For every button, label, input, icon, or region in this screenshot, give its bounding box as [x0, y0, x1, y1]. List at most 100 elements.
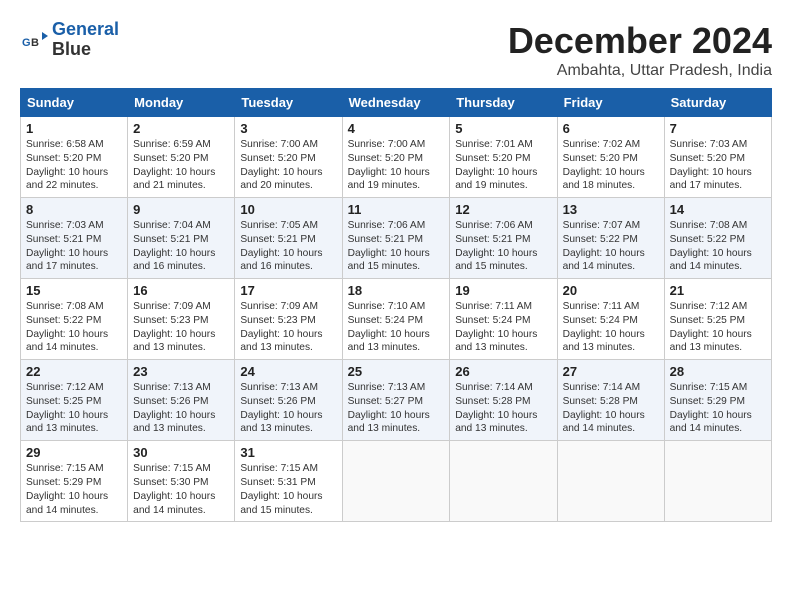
day-number: 14 [670, 202, 766, 217]
calendar-cell: 17 Sunrise: 7:09 AMSunset: 5:23 PMDayligh… [235, 279, 342, 360]
day-number: 17 [240, 283, 336, 298]
day-number: 19 [455, 283, 551, 298]
day-number: 10 [240, 202, 336, 217]
day-info: Sunrise: 7:07 AMSunset: 5:22 PMDaylight:… [563, 219, 659, 274]
day-number: 15 [26, 283, 122, 298]
day-info: Sunrise: 7:08 AMSunset: 5:22 PMDaylight:… [670, 219, 766, 274]
day-number: 12 [455, 202, 551, 217]
calendar-cell: 10 Sunrise: 7:05 AMSunset: 5:21 PMDayligh… [235, 198, 342, 279]
calendar-cell: 29 Sunrise: 7:15 AMSunset: 5:29 PMDayligh… [21, 441, 128, 522]
day-info: Sunrise: 7:14 AMSunset: 5:28 PMDaylight:… [563, 381, 659, 436]
day-number: 11 [348, 202, 445, 217]
calendar-cell: 25Sunrise: 7:13 AMSunset: 5:27 PMDayligh… [342, 360, 450, 441]
day-info: Sunrise: 7:14 AMSunset: 5:28 PMDaylight:… [455, 381, 551, 436]
logo-line2: Blue [52, 40, 119, 60]
calendar-cell: 5Sunrise: 7:01 AMSunset: 5:20 PMDaylight… [450, 117, 557, 198]
day-info: Sunrise: 6:59 AMSunset: 5:20 PMDaylight:… [133, 138, 229, 193]
day-info: Sunrise: 7:09 AMSunset: 5:23 PMDaylight:… [240, 300, 336, 355]
day-info: Sunrise: 7:13 AMSunset: 5:26 PMDaylight:… [240, 381, 336, 436]
day-number: 18 [348, 283, 445, 298]
calendar-cell: 27 Sunrise: 7:14 AMSunset: 5:28 PMDayligh… [557, 360, 664, 441]
title-area: December 2024 Ambahta, Uttar Pradesh, In… [508, 20, 772, 80]
day-info: Sunrise: 7:05 AMSunset: 5:21 PMDaylight:… [240, 219, 336, 274]
day-info: Sunrise: 7:12 AMSunset: 5:25 PMDaylight:… [670, 300, 766, 355]
calendar-cell: 2Sunrise: 6:59 AMSunset: 5:20 PMDaylight… [128, 117, 235, 198]
calendar-cell: 14 Sunrise: 7:08 AMSunset: 5:22 PMDayligh… [664, 198, 771, 279]
location-title: Ambahta, Uttar Pradesh, India [508, 62, 772, 80]
calendar-week-2: 8Sunrise: 7:03 AMSunset: 5:21 PMDaylight… [21, 198, 772, 279]
calendar-cell: 26 Sunrise: 7:14 AMSunset: 5:28 PMDayligh… [450, 360, 557, 441]
calendar-cell: 24Sunrise: 7:13 AMSunset: 5:26 PMDayligh… [235, 360, 342, 441]
day-info: Sunrise: 7:06 AMSunset: 5:21 PMDaylight:… [455, 219, 551, 274]
page-header: G B General Blue December 2024 Ambahta, … [20, 20, 772, 80]
calendar-cell: 11 Sunrise: 7:06 AMSunset: 5:21 PMDayligh… [342, 198, 450, 279]
day-info: Sunrise: 7:06 AMSunset: 5:21 PMDaylight:… [348, 219, 445, 274]
day-number: 7 [670, 121, 766, 136]
day-info: Sunrise: 7:12 AMSunset: 5:25 PMDaylight:… [26, 381, 122, 436]
logo-general: General [52, 19, 119, 39]
calendar-cell: 3 Sunrise: 7:00 AMSunset: 5:20 PMDaylight… [235, 117, 342, 198]
logo-icon: G B [20, 26, 48, 54]
calendar-cell: 8Sunrise: 7:03 AMSunset: 5:21 PMDaylight… [21, 198, 128, 279]
weekday-header-thursday: Thursday [450, 89, 557, 117]
day-number: 9 [133, 202, 229, 217]
weekday-header-monday: Monday [128, 89, 235, 117]
day-number: 8 [26, 202, 122, 217]
calendar-cell: 30 Sunrise: 7:15 AMSunset: 5:30 PMDayligh… [128, 441, 235, 522]
weekday-header-saturday: Saturday [664, 89, 771, 117]
calendar-cell: 4 Sunrise: 7:00 AMSunset: 5:20 PMDaylight… [342, 117, 450, 198]
calendar-cell: 15 Sunrise: 7:08 AMSunset: 5:22 PMDayligh… [21, 279, 128, 360]
calendar-cell: 31 Sunrise: 7:15 AMSunset: 5:31 PMDayligh… [235, 441, 342, 522]
day-number: 21 [670, 283, 766, 298]
weekday-header-wednesday: Wednesday [342, 89, 450, 117]
day-info: Sunrise: 7:04 AMSunset: 5:21 PMDaylight:… [133, 219, 229, 274]
calendar-cell [557, 441, 664, 522]
calendar-table: SundayMondayTuesdayWednesdayThursdayFrid… [20, 88, 772, 522]
svg-text:B: B [31, 37, 39, 49]
day-number: 16 [133, 283, 229, 298]
calendar-cell [342, 441, 450, 522]
svg-text:G: G [22, 37, 31, 49]
day-info: Sunrise: 7:13 AMSunset: 5:26 PMDaylight:… [133, 381, 229, 436]
day-number: 30 [133, 445, 229, 460]
day-number: 5 [455, 121, 551, 136]
day-number: 29 [26, 445, 122, 460]
day-number: 28 [670, 364, 766, 379]
day-info: Sunrise: 7:10 AMSunset: 5:24 PMDaylight:… [348, 300, 445, 355]
day-number: 22 [26, 364, 122, 379]
calendar-cell: 1 Sunrise: 6:58 AMSunset: 5:20 PMDaylight… [21, 117, 128, 198]
calendar-cell [450, 441, 557, 522]
day-info: Sunrise: 7:11 AMSunset: 5:24 PMDaylight:… [455, 300, 551, 355]
calendar-cell: 20Sunrise: 7:11 AMSunset: 5:24 PMDayligh… [557, 279, 664, 360]
day-number: 20 [563, 283, 659, 298]
day-info: Sunrise: 6:58 AMSunset: 5:20 PMDaylight:… [26, 138, 122, 193]
day-number: 26 [455, 364, 551, 379]
day-number: 4 [348, 121, 445, 136]
day-number: 13 [563, 202, 659, 217]
calendar-cell: 28Sunrise: 7:15 AMSunset: 5:29 PMDayligh… [664, 360, 771, 441]
day-info: Sunrise: 7:03 AMSunset: 5:20 PMDaylight:… [670, 138, 766, 193]
calendar-week-5: 29 Sunrise: 7:15 AMSunset: 5:29 PMDayligh… [21, 441, 772, 522]
calendar-cell: 9 Sunrise: 7:04 AMSunset: 5:21 PMDaylight… [128, 198, 235, 279]
day-number: 1 [26, 121, 122, 136]
day-info: Sunrise: 7:08 AMSunset: 5:22 PMDaylight:… [26, 300, 122, 355]
calendar-cell: 16 Sunrise: 7:09 AMSunset: 5:23 PMDayligh… [128, 279, 235, 360]
weekday-header-tuesday: Tuesday [235, 89, 342, 117]
calendar-cell: 7 Sunrise: 7:03 AMSunset: 5:20 PMDaylight… [664, 117, 771, 198]
day-number: 27 [563, 364, 659, 379]
day-info: Sunrise: 7:15 AMSunset: 5:31 PMDaylight:… [240, 462, 336, 517]
calendar-cell: 23Sunrise: 7:13 AMSunset: 5:26 PMDayligh… [128, 360, 235, 441]
day-number: 3 [240, 121, 336, 136]
day-number: 25 [348, 364, 445, 379]
weekday-header-friday: Friday [557, 89, 664, 117]
day-info: Sunrise: 7:00 AMSunset: 5:20 PMDaylight:… [348, 138, 445, 193]
calendar-week-4: 22 Sunrise: 7:12 AMSunset: 5:25 PMDayligh… [21, 360, 772, 441]
calendar-cell: 21 Sunrise: 7:12 AMSunset: 5:25 PMDayligh… [664, 279, 771, 360]
month-title: December 2024 [508, 20, 772, 62]
calendar-body: 1 Sunrise: 6:58 AMSunset: 5:20 PMDaylight… [21, 117, 772, 522]
day-info: Sunrise: 7:09 AMSunset: 5:23 PMDaylight:… [133, 300, 229, 355]
day-info: Sunrise: 7:15 AMSunset: 5:30 PMDaylight:… [133, 462, 229, 517]
day-info: Sunrise: 7:15 AMSunset: 5:29 PMDaylight:… [26, 462, 122, 517]
day-number: 31 [240, 445, 336, 460]
day-info: Sunrise: 7:00 AMSunset: 5:20 PMDaylight:… [240, 138, 336, 193]
